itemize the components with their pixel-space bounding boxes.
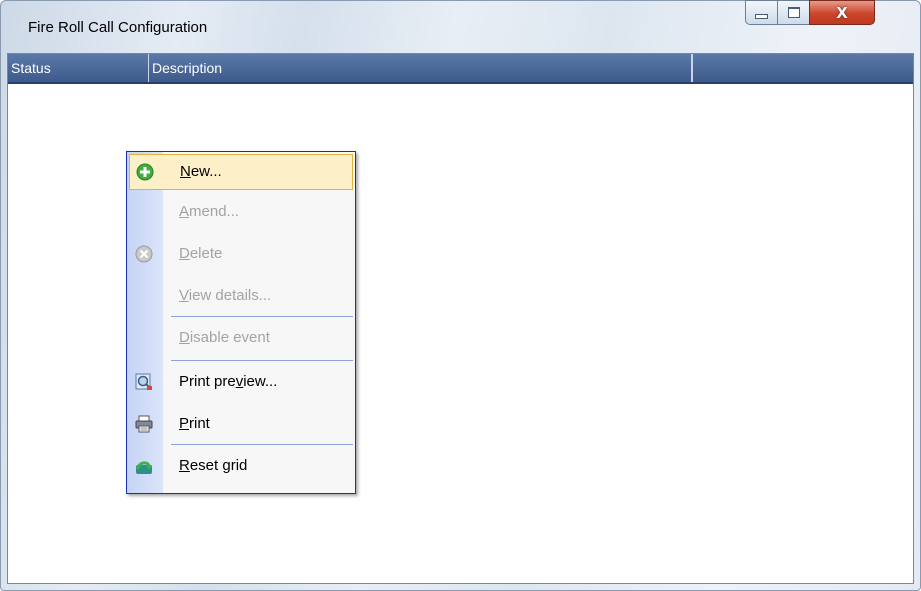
- printer-icon: [135, 415, 153, 433]
- menu-item-new[interactable]: New...: [129, 154, 353, 190]
- column-header-status[interactable]: Status: [8, 54, 149, 82]
- maximize-button[interactable]: [777, 0, 810, 25]
- app-window: Fire Roll Call Configuration X Status De…: [0, 0, 921, 591]
- menu-item-view-details[interactable]: View details...: [127, 278, 355, 314]
- menu-item-delete[interactable]: Delete: [127, 236, 355, 272]
- print-preview-icon: [135, 373, 152, 390]
- menu-separator: [171, 316, 353, 317]
- column-header-extra[interactable]: [692, 54, 913, 82]
- grid-header: Status Description: [8, 54, 913, 84]
- green-plus-icon: [136, 163, 154, 181]
- context-menu: New... Amend... Delete View details... D…: [126, 151, 356, 494]
- reset-arrow-icon: [136, 461, 152, 474]
- minimize-icon: [755, 14, 768, 19]
- menu-item-reset-grid[interactable]: Reset grid: [127, 448, 355, 484]
- grey-x-circle-icon: [135, 245, 153, 263]
- close-icon: X: [836, 3, 848, 22]
- menu-item-print-preview[interactable]: Print preview...: [127, 364, 355, 400]
- menu-item-print[interactable]: Print: [127, 406, 355, 442]
- column-header-description[interactable]: Description: [149, 54, 692, 82]
- window-title: Fire Roll Call Configuration: [28, 19, 208, 36]
- close-button[interactable]: X: [809, 0, 875, 25]
- menu-separator: [171, 360, 353, 361]
- menu-item-amend[interactable]: Amend...: [127, 194, 355, 230]
- menu-item-disable-event[interactable]: Disable event: [127, 320, 355, 356]
- maximize-icon: [787, 7, 800, 18]
- menu-separator: [171, 444, 353, 445]
- minimize-button[interactable]: [745, 0, 778, 25]
